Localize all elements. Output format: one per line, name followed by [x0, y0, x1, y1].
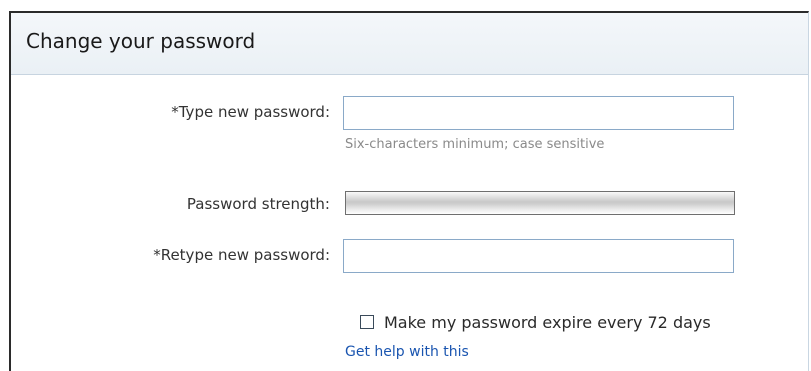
password-strength-label: Password strength: [186, 195, 330, 213]
expire-password-label[interactable]: Make my password expire every 72 days [384, 313, 711, 332]
new-password-field[interactable] [343, 96, 734, 130]
retype-password-label: *Retype new password: [153, 246, 330, 264]
page-title: Change your password [26, 29, 256, 53]
password-strength-meter [345, 191, 735, 215]
password-hint: Six-characters minimum; case sensitive [345, 137, 605, 152]
panel-header: Change your password [11, 13, 808, 75]
help-link[interactable]: Get help with this [345, 344, 469, 360]
retype-password-field[interactable] [343, 239, 734, 273]
expire-password-checkbox[interactable] [360, 315, 374, 329]
new-password-label: *Type new password: [171, 103, 330, 121]
change-password-panel: Change your password *Type new password:… [9, 11, 809, 371]
